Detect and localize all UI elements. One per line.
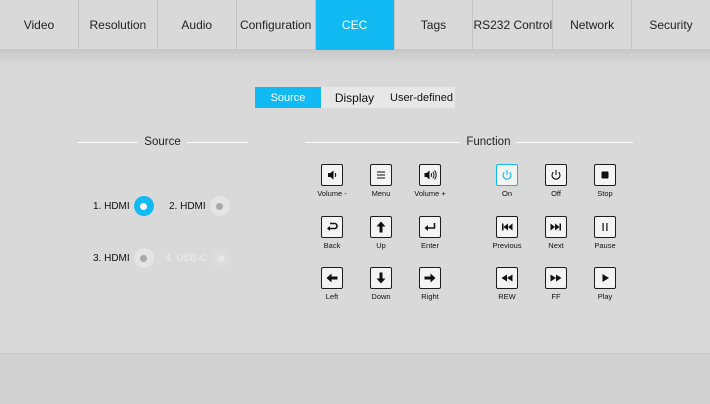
subtab-source[interactable]: Source [255,87,321,108]
source-option-4: 4. USB-C [165,248,232,268]
arrow-down-icon [370,267,392,289]
volume-down-button[interactable]: Volume - [307,164,357,198]
source-option-1[interactable]: 1. HDMI [93,196,154,216]
tab-security[interactable]: Security [632,0,710,50]
radio-unselected-icon[interactable] [133,248,154,268]
volume-down-icon [321,164,343,186]
divider [77,141,139,143]
tab-audio[interactable]: Audio [158,0,237,50]
arrow-up-icon [370,216,392,238]
tab-resolution[interactable]: Resolution [79,0,158,50]
function-section-title: Function [466,136,511,148]
source-option-label: 2. HDMI [169,200,206,212]
source-option-label: 3. HDMI [93,252,130,264]
pause-button[interactable]: Pause [580,216,630,250]
next-label: Next [548,241,564,250]
tab-cec[interactable]: CEC [315,0,395,50]
right-button[interactable]: Right [405,267,455,301]
source-option-label: 1. HDMI [93,200,130,212]
tab-rs232-control[interactable]: RS232 Control [473,0,554,50]
enter-icon [419,216,441,238]
stop-icon [594,164,616,186]
enter-button[interactable]: Enter [405,216,455,250]
down-label: Down [371,292,391,301]
footer-bar [0,353,710,404]
power-icon [545,164,567,186]
subtab-user-defined[interactable]: User-defined [388,87,455,108]
power-off-label: Off [551,189,561,198]
power-off-button[interactable]: Off [531,164,581,198]
pause-icon [594,216,616,238]
top-nav: Video Resolution Audio Configuration CEC… [0,0,710,50]
tab-network[interactable]: Network [553,0,633,50]
play-icon [594,267,616,289]
rewind-button[interactable]: REW [482,267,532,301]
volume-down-label: Volume - [317,189,347,198]
down-button[interactable]: Down [356,267,406,301]
radio-selected-icon[interactable] [133,196,154,216]
fast-forward-icon [545,267,567,289]
radio-disabled-icon [211,248,232,268]
source-option-3[interactable]: 3. HDMI [93,248,154,268]
tab-tags[interactable]: Tags [395,0,474,50]
fast-forward-button[interactable]: FF [531,267,581,301]
previous-label: Previous [492,241,522,250]
source-option-2[interactable]: 2. HDMI [169,196,230,216]
skip-next-icon [545,216,567,238]
source-section-header: Source [77,136,248,148]
volume-up-label: Volume + [414,189,446,198]
right-label: Right [421,292,439,301]
radio-unselected-icon[interactable] [209,196,230,216]
fast-forward-label: FF [551,292,561,301]
play-label: Play [597,292,613,301]
stop-label: Stop [597,189,613,198]
cec-subtabs: Source Display User-defined [255,87,455,108]
power-on-button[interactable]: On [482,164,532,198]
up-button[interactable]: Up [356,216,406,250]
back-label: Back [323,241,341,250]
up-label: Up [376,241,386,250]
tab-video[interactable]: Video [0,0,79,50]
stop-button[interactable]: Stop [580,164,630,198]
skip-previous-icon [496,216,518,238]
arrow-left-icon [321,267,343,289]
divider [305,141,461,143]
menu-label: Menu [371,189,391,198]
menu-button[interactable]: Menu [356,164,406,198]
rewind-label: REW [498,292,516,301]
pause-label: Pause [594,241,616,250]
volume-up-icon [419,164,441,186]
enter-label: Enter [421,241,439,250]
divider [186,141,248,143]
left-label: Left [325,292,339,301]
function-section-header: Function [305,136,633,148]
source-option-label: 4. USB-C [165,252,208,264]
source-section-title: Source [144,136,181,148]
menu-icon [370,164,392,186]
arrow-right-icon [419,267,441,289]
power-icon [496,164,518,186]
play-button[interactable]: Play [580,267,630,301]
power-on-label: On [501,189,512,198]
back-button[interactable]: Back [307,216,357,250]
rewind-icon [496,267,518,289]
subtab-display[interactable]: Display [321,87,388,108]
back-icon [321,216,343,238]
divider [516,141,633,143]
volume-up-button[interactable]: Volume + [405,164,455,198]
left-button[interactable]: Left [307,267,357,301]
tab-configuration[interactable]: Configuration [237,0,316,50]
next-button[interactable]: Next [531,216,581,250]
previous-button[interactable]: Previous [482,216,532,250]
